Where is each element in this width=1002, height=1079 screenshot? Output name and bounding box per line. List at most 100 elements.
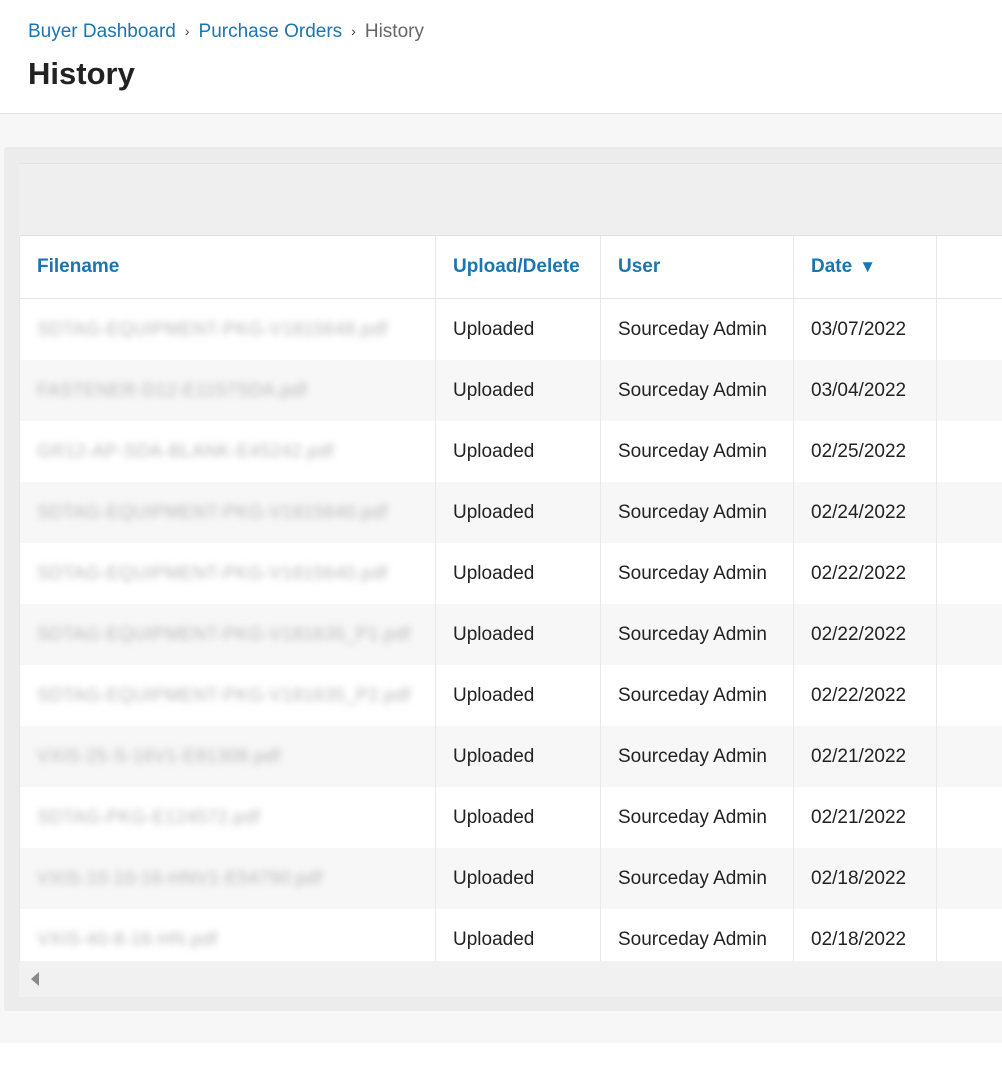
date-cell: 02/22/2022 xyxy=(794,543,937,604)
table-row[interactable]: VXIS-25-S-16V1-E81308.pdf Uploaded Sourced… xyxy=(20,726,1002,787)
column-header-upload-delete[interactable]: Upload/Delete xyxy=(436,236,601,298)
filename-cell-text: GR12-AP-SDA-BLANK-E45242.pdf xyxy=(37,441,335,461)
date-cell-text: 02/24/2022 xyxy=(811,501,907,523)
filename-cell-text: SDTAG-EQUIPMENT-PKG-V1815648.pdf xyxy=(37,319,388,339)
filename-cell: VXIS-10-10-16-HNV1-E54790.pdf xyxy=(20,848,436,909)
action-cell: Uploaded xyxy=(436,665,601,726)
scroll-left-icon[interactable] xyxy=(31,972,39,986)
date-cell: 02/18/2022 xyxy=(794,848,937,909)
table-body: SDTAG-EQUIPMENT-PKG-V1815648.pdf Uploaded… xyxy=(20,299,1002,970)
action-cell-text: Uploaded xyxy=(453,501,535,523)
user-cell: Sourceday Admin xyxy=(601,421,794,482)
empty-cell xyxy=(937,848,1002,909)
breadcrumb-separator-icon: › xyxy=(184,23,190,39)
user-cell-text: Sourceday Admin xyxy=(618,806,767,828)
date-cell: 03/07/2022 xyxy=(794,299,937,360)
user-cell: Sourceday Admin xyxy=(601,726,794,787)
table-row[interactable]: SDTAG-EQUIPMENT-PKG-V1815640.pdf Uploaded… xyxy=(20,482,1002,543)
column-header-date[interactable]: Date ▼ xyxy=(794,236,937,298)
date-cell-text: 03/04/2022 xyxy=(811,379,907,401)
filename-cell-text: VXIS-25-S-16V1-E81308.pdf xyxy=(37,746,281,766)
action-cell: Uploaded xyxy=(436,360,601,421)
filename-cell: SDTAG-EQUIPMENT-PKG-V1815640.pdf xyxy=(20,482,436,543)
history-table: Filename Upload/Delete User Date ▼ SDTAG-… xyxy=(19,235,1002,970)
date-cell: 02/22/2022 xyxy=(794,604,937,665)
empty-cell xyxy=(937,543,1002,604)
table-row[interactable]: SDTAG-EQUIPMENT-PKG-V1815648.pdf Uploaded… xyxy=(20,299,1002,360)
empty-cell xyxy=(937,299,1002,360)
filename-cell-text: VXIS-10-10-16-HNV1-E54790.pdf xyxy=(37,868,323,888)
table-row[interactable]: SDTAG-EQUIPMENT-PKG-V181635_P1.pdf Upload… xyxy=(20,604,1002,665)
action-cell-text: Uploaded xyxy=(453,806,535,828)
filename-cell: SDTAG-PKG-E124572.pdf xyxy=(20,787,436,848)
filename-cell: SDTAG-EQUIPMENT-PKG-V1815640.pdf xyxy=(20,543,436,604)
filename-cell-text: SDTAG-EQUIPMENT-PKG-V1815640.pdf xyxy=(37,563,388,583)
filename-cell: GR12-AP-SDA-BLANK-E45242.pdf xyxy=(20,421,436,482)
action-cell: Uploaded xyxy=(436,726,601,787)
table-row[interactable]: VXIS-10-10-16-HNV1-E54790.pdf Uploaded Sou… xyxy=(20,848,1002,909)
action-cell-text: Uploaded xyxy=(453,562,535,584)
user-cell-text: Sourceday Admin xyxy=(618,379,767,401)
action-cell: Uploaded xyxy=(436,604,601,665)
filename-cell-text: SDTAG-EQUIPMENT-PKG-V181635_P2.pdf xyxy=(37,685,411,705)
action-cell-text: Uploaded xyxy=(453,745,535,767)
filename-cell-text: SDTAG-PKG-E124572.pdf xyxy=(37,807,261,827)
empty-cell xyxy=(937,787,1002,848)
column-header-label: Filename xyxy=(37,256,120,277)
action-cell-text: Uploaded xyxy=(453,867,535,889)
empty-cell xyxy=(937,421,1002,482)
table-row[interactable]: SDTAG-EQUIPMENT-PKG-V181635_P2.pdf Upload… xyxy=(20,665,1002,726)
empty-cell xyxy=(937,665,1002,726)
user-cell: Sourceday Admin xyxy=(601,787,794,848)
filename-cell: VXIS-25-S-16V1-E81308.pdf xyxy=(20,726,436,787)
user-cell: Sourceday Admin xyxy=(601,604,794,665)
action-cell: Uploaded xyxy=(436,299,601,360)
user-cell: Sourceday Admin xyxy=(601,360,794,421)
user-cell: Sourceday Admin xyxy=(601,299,794,360)
date-cell: 02/21/2022 xyxy=(794,726,937,787)
column-header-filename[interactable]: Filename xyxy=(20,236,436,298)
user-cell-text: Sourceday Admin xyxy=(618,928,767,950)
filename-cell: SDTAG-EQUIPMENT-PKG-V1815648.pdf xyxy=(20,299,436,360)
action-cell-text: Uploaded xyxy=(453,318,535,340)
table-row[interactable]: SDTAG-PKG-E124572.pdf Uploaded Sourceday A… xyxy=(20,787,1002,848)
breadcrumb-buyer-dashboard[interactable]: Buyer Dashboard xyxy=(28,21,176,43)
filename-cell: SDTAG-EQUIPMENT-PKG-V181635_P1.pdf xyxy=(20,604,436,665)
date-cell-text: 02/22/2022 xyxy=(811,623,907,645)
date-cell-text: 02/25/2022 xyxy=(811,440,907,462)
user-cell-text: Sourceday Admin xyxy=(618,501,767,523)
breadcrumb-current: History xyxy=(364,21,424,42)
column-header-label: Date xyxy=(811,256,853,277)
page-title: History xyxy=(28,56,135,91)
action-cell: Uploaded xyxy=(436,848,601,909)
date-cell-text: 02/21/2022 xyxy=(811,806,907,828)
action-cell-text: Uploaded xyxy=(453,623,535,645)
user-cell-text: Sourceday Admin xyxy=(618,562,767,584)
grid-toolbar xyxy=(19,163,1002,235)
action-cell: Uploaded xyxy=(436,787,601,848)
filename-cell-text: FASTENER-D12-E1157SDA.pdf xyxy=(37,380,308,400)
action-cell: Uploaded xyxy=(436,421,601,482)
date-cell-text: 03/07/2022 xyxy=(811,318,907,340)
table-row[interactable]: SDTAG-EQUIPMENT-PKG-V1815640.pdf Uploaded… xyxy=(20,543,1002,604)
empty-cell xyxy=(937,726,1002,787)
user-cell-text: Sourceday Admin xyxy=(618,684,767,706)
filename-cell-text: VXIS-40-8-16-HN.pdf xyxy=(37,929,218,949)
user-cell: Sourceday Admin xyxy=(601,848,794,909)
horizontal-scrollbar[interactable] xyxy=(19,961,1002,997)
column-header-empty xyxy=(937,236,1002,298)
action-cell: Uploaded xyxy=(436,482,601,543)
date-cell: 02/25/2022 xyxy=(794,421,937,482)
history-panel: Filename Upload/Delete User Date ▼ SDTAG-… xyxy=(4,147,1002,1011)
filename-cell-text: SDTAG-EQUIPMENT-PKG-V181635_P1.pdf xyxy=(37,624,411,644)
column-header-label: User xyxy=(618,256,661,277)
breadcrumb-purchase-orders[interactable]: Purchase Orders xyxy=(199,21,343,43)
column-header-user[interactable]: User xyxy=(601,236,794,298)
action-cell-text: Uploaded xyxy=(453,440,535,462)
table-header-row: Filename Upload/Delete User Date ▼ xyxy=(20,236,1002,299)
user-cell: Sourceday Admin xyxy=(601,482,794,543)
filename-cell: SDTAG-EQUIPMENT-PKG-V181635_P2.pdf xyxy=(20,665,436,726)
table-row[interactable]: GR12-AP-SDA-BLANK-E45242.pdf Uploaded Sour… xyxy=(20,421,1002,482)
table-row[interactable]: FASTENER-D12-E1157SDA.pdf Uploaded Sourced… xyxy=(20,360,1002,421)
user-cell-text: Sourceday Admin xyxy=(618,440,767,462)
